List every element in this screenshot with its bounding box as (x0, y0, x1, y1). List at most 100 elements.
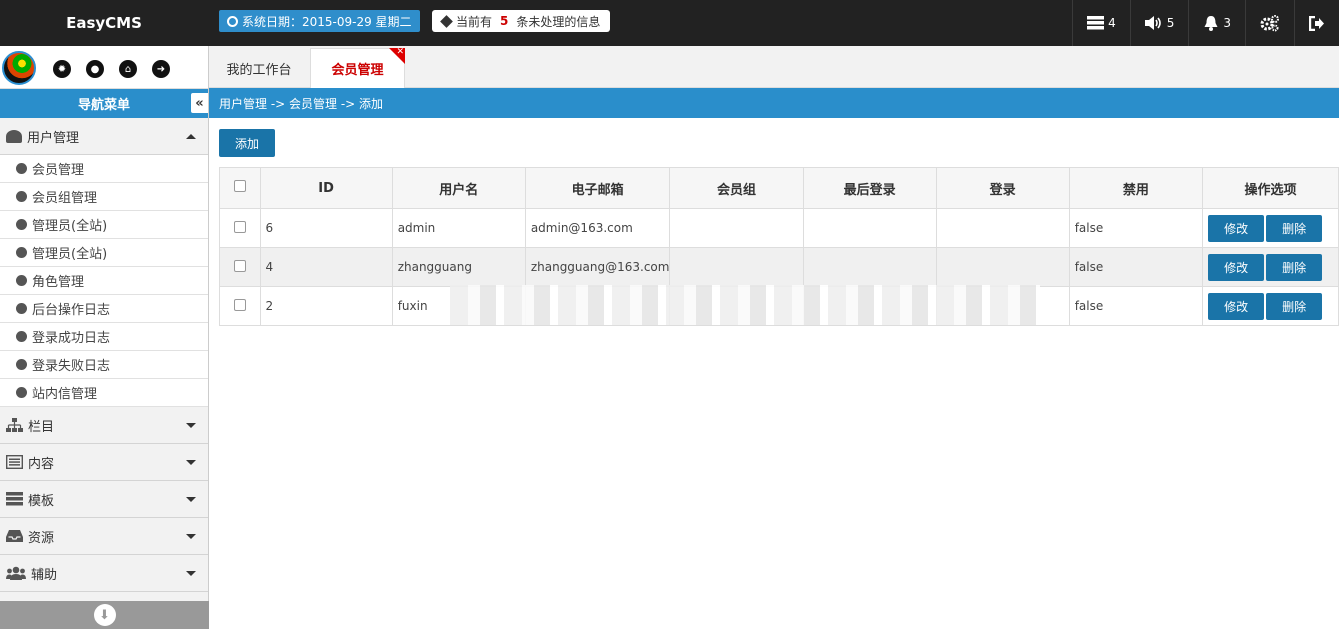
nav-menu-title: 导航菜单 (77, 98, 130, 113)
nav-section-templates[interactable]: 模板 (0, 481, 208, 518)
bell-button[interactable]: 3 (1188, 0, 1245, 46)
edit-button[interactable]: 修改 (1208, 253, 1265, 281)
add-button[interactable]: 添加 (219, 129, 275, 157)
tab-member-management[interactable]: 会员管理 ✕ (310, 47, 405, 88)
breadcrumb: 用户管理 -> 会员管理 -> 添加 (209, 88, 1339, 118)
brand-logo: EasyCMS (66, 14, 142, 32)
bullet-icon (16, 331, 27, 342)
bell-count: 3 (1223, 16, 1231, 30)
sidebar-item-login-success-log[interactable]: 登录成功日志 (0, 323, 208, 351)
avatar[interactable] (2, 51, 36, 85)
sidebar-item-member-management[interactable]: 会员管理 (0, 155, 208, 183)
column-header-disabled[interactable]: 禁用 (1068, 167, 1204, 209)
arrow-down-circle-icon[interactable]: ⬇ (93, 604, 116, 626)
nav-section-label: 辅助 (31, 567, 58, 583)
settings-gear-icon[interactable]: ✹ (53, 60, 71, 78)
edit-button[interactable]: 修改 (1208, 292, 1265, 320)
signout-icon[interactable]: ➜ (152, 60, 170, 78)
close-tab-icon[interactable]: ✕ (389, 47, 405, 64)
sidebar-item-site-messages[interactable]: 站内信管理 (0, 379, 208, 407)
msg-prefix: 当前有 (456, 14, 493, 29)
nav-section-content[interactable]: 内容 (0, 444, 208, 481)
nav-section-columns[interactable]: 栏目 (0, 407, 208, 444)
column-header-id[interactable]: ID (259, 167, 393, 209)
row-checkbox[interactable] (233, 259, 246, 272)
nav-section-resources[interactable]: 资源 (0, 518, 208, 555)
row-select-cell (219, 286, 261, 326)
logout-icon (1309, 15, 1324, 31)
row-select-cell (219, 208, 261, 248)
server-icon (1087, 16, 1105, 30)
sidebar-item-member-group[interactable]: 会员组管理 (0, 183, 208, 211)
sidebar-item-admin-2[interactable]: 管理员(全站) (0, 239, 208, 267)
delete-button[interactable]: 删除 (1266, 253, 1323, 281)
cell-group (669, 208, 804, 248)
user-management-submenu: 会员管理 会员组管理 管理员(全站) 管理员(全站) 角色管理 后台操作日志 登… (0, 155, 208, 407)
column-header-email[interactable]: 电子邮箱 (524, 167, 671, 209)
logout-button[interactable] (1294, 0, 1339, 46)
sitemap-icon (6, 418, 23, 432)
user-profile-icon[interactable]: ● (86, 60, 104, 78)
select-all-checkbox[interactable] (233, 180, 246, 192)
nav-section-label: 内容 (28, 456, 55, 472)
column-header-last-login[interactable]: 最后登录 (802, 167, 937, 209)
table-row: 4 zhangguang zhangguang@163.com false 修改… (219, 247, 1339, 287)
top-bar: EasyCMS 系统日期：2015-09-29 星期二 当前有 5 条未处理的信… (0, 0, 1339, 46)
pending-messages-badge[interactable]: 当前有 5 条未处理的信息 (432, 10, 611, 32)
sidebar-item-login-fail-log[interactable]: 登录失败日志 (0, 351, 208, 379)
tab-my-workbench[interactable]: 我的工作台 (209, 48, 309, 88)
cell-id: 4 (259, 247, 393, 287)
nav-section-label: 资源 (28, 530, 55, 546)
cell-username: zhangguang (391, 247, 526, 287)
row-select-cell (219, 247, 261, 287)
home-icon[interactable]: ⌂ (119, 60, 137, 78)
row-checkbox[interactable] (233, 220, 246, 233)
sidebar-item-label: 会员管理 (32, 163, 85, 178)
column-header-username[interactable]: 用户名 (391, 167, 526, 209)
server-button[interactable]: 4 (1072, 0, 1130, 46)
volume-button[interactable]: 5 (1129, 0, 1189, 46)
cell-group (669, 247, 804, 287)
cell-actions: 修改 删除 (1202, 286, 1339, 326)
tab-label: 会员管理 (331, 63, 384, 78)
cell-disabled: false (1068, 286, 1204, 326)
caret-down-icon (186, 460, 196, 465)
edit-button[interactable]: 修改 (1208, 214, 1265, 242)
system-date-text: 系统日期：2015-09-29 星期二 (242, 14, 412, 29)
sidebar: ✹ ● ⌂ ➜ 导航菜单 « 用户管理 会员管理 会员组管理 管理员(全站) 管… (0, 46, 209, 629)
column-header-group[interactable]: 会员组 (669, 167, 804, 209)
settings-button[interactable] (1245, 0, 1294, 46)
cell-actions: 修改 删除 (1202, 208, 1339, 248)
nav-section-label: 用户管理 (27, 130, 80, 146)
row-checkbox[interactable] (233, 298, 246, 311)
caret-down-icon (186, 423, 196, 428)
nav-section-auxiliary[interactable]: 辅助 (0, 555, 208, 592)
sidebar-item-admin-1[interactable]: 管理员(全站) (0, 211, 208, 239)
column-header-login[interactable]: 登录 (935, 167, 1070, 209)
volume-count: 5 (1166, 16, 1175, 30)
inbox-icon (6, 530, 23, 542)
nav-section-user-management[interactable]: 用户管理 (0, 118, 208, 155)
cell-login (935, 247, 1070, 287)
sidebar-item-admin-log[interactable]: 后台操作日志 (0, 295, 208, 323)
bullet-icon (16, 191, 27, 202)
tab-label: 我的工作台 (226, 62, 292, 78)
sidebar-item-role-management[interactable]: 角色管理 (0, 267, 208, 295)
caret-up-icon (186, 134, 196, 139)
nav-menu-header: 导航菜单 « (0, 89, 208, 118)
cell-disabled: false (1068, 247, 1204, 287)
sidebar-item-label: 登录失败日志 (32, 359, 111, 374)
system-date-badge: 系统日期：2015-09-29 星期二 (219, 10, 420, 32)
msg-suffix: 条未处理的信息 (516, 14, 601, 29)
delete-button[interactable]: 删除 (1266, 214, 1323, 242)
table-row: 6 admin admin@163.com false 修改 删除 (219, 208, 1339, 248)
nav-section-label: 模板 (28, 493, 55, 509)
sidebar-toolbar: ✹ ● ⌂ ➜ (0, 46, 208, 89)
bullet-icon (16, 359, 27, 370)
select-all-cell (219, 167, 261, 209)
collapse-sidebar-icon[interactable]: « (191, 93, 208, 113)
tab-bar: 我的工作台 会员管理 ✕ (209, 46, 1339, 88)
bullet-icon (16, 219, 27, 230)
delete-button[interactable]: 删除 (1266, 292, 1323, 320)
caret-down-icon (186, 497, 196, 502)
